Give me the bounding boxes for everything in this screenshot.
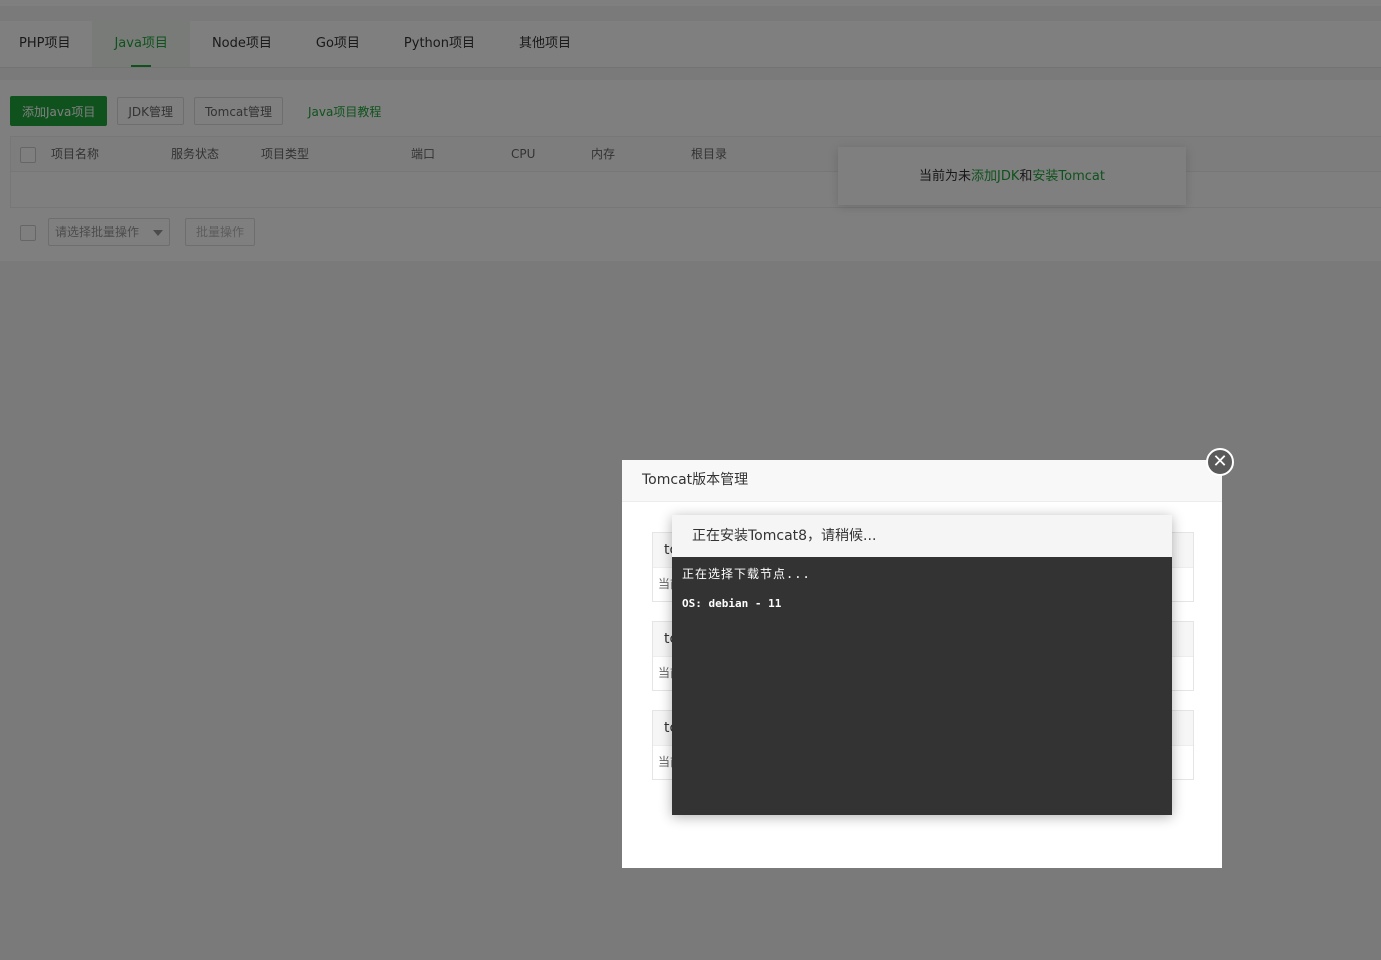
install-log: 正在选择下载节点... OS: debian - 11 — [672, 557, 1172, 616]
log-line: 正在选择下载节点... — [682, 567, 811, 581]
log-line: OS: debian - 11 — [682, 597, 782, 610]
install-progress-dialog: 正在安装Tomcat8，请稍候... 正在选择下载节点... OS: debia… — [672, 515, 1172, 815]
close-icon[interactable]: ✕ — [1206, 448, 1234, 476]
dialog-title: Tomcat版本管理 — [622, 460, 1222, 502]
install-progress-title: 正在安装Tomcat8，请稍候... — [672, 515, 1172, 557]
